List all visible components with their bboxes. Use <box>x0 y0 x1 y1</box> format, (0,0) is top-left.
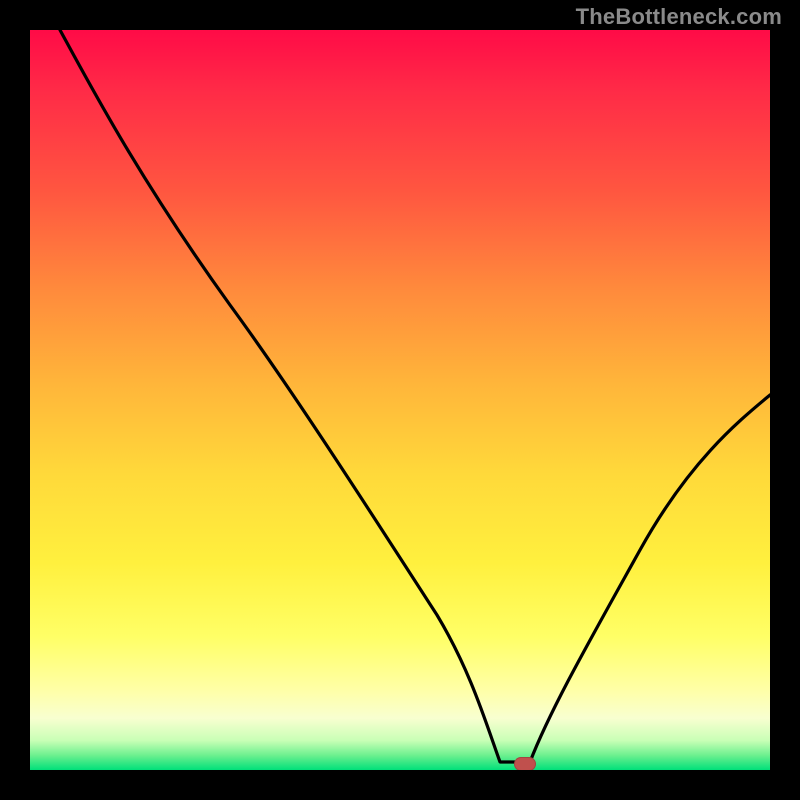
bottleneck-curve-path <box>60 30 770 762</box>
chart-frame: TheBottleneck.com <box>0 0 800 800</box>
optimal-point-marker <box>514 757 536 770</box>
watermark-text: TheBottleneck.com <box>576 4 782 30</box>
plot-area <box>30 30 770 770</box>
curve-svg <box>30 30 770 770</box>
